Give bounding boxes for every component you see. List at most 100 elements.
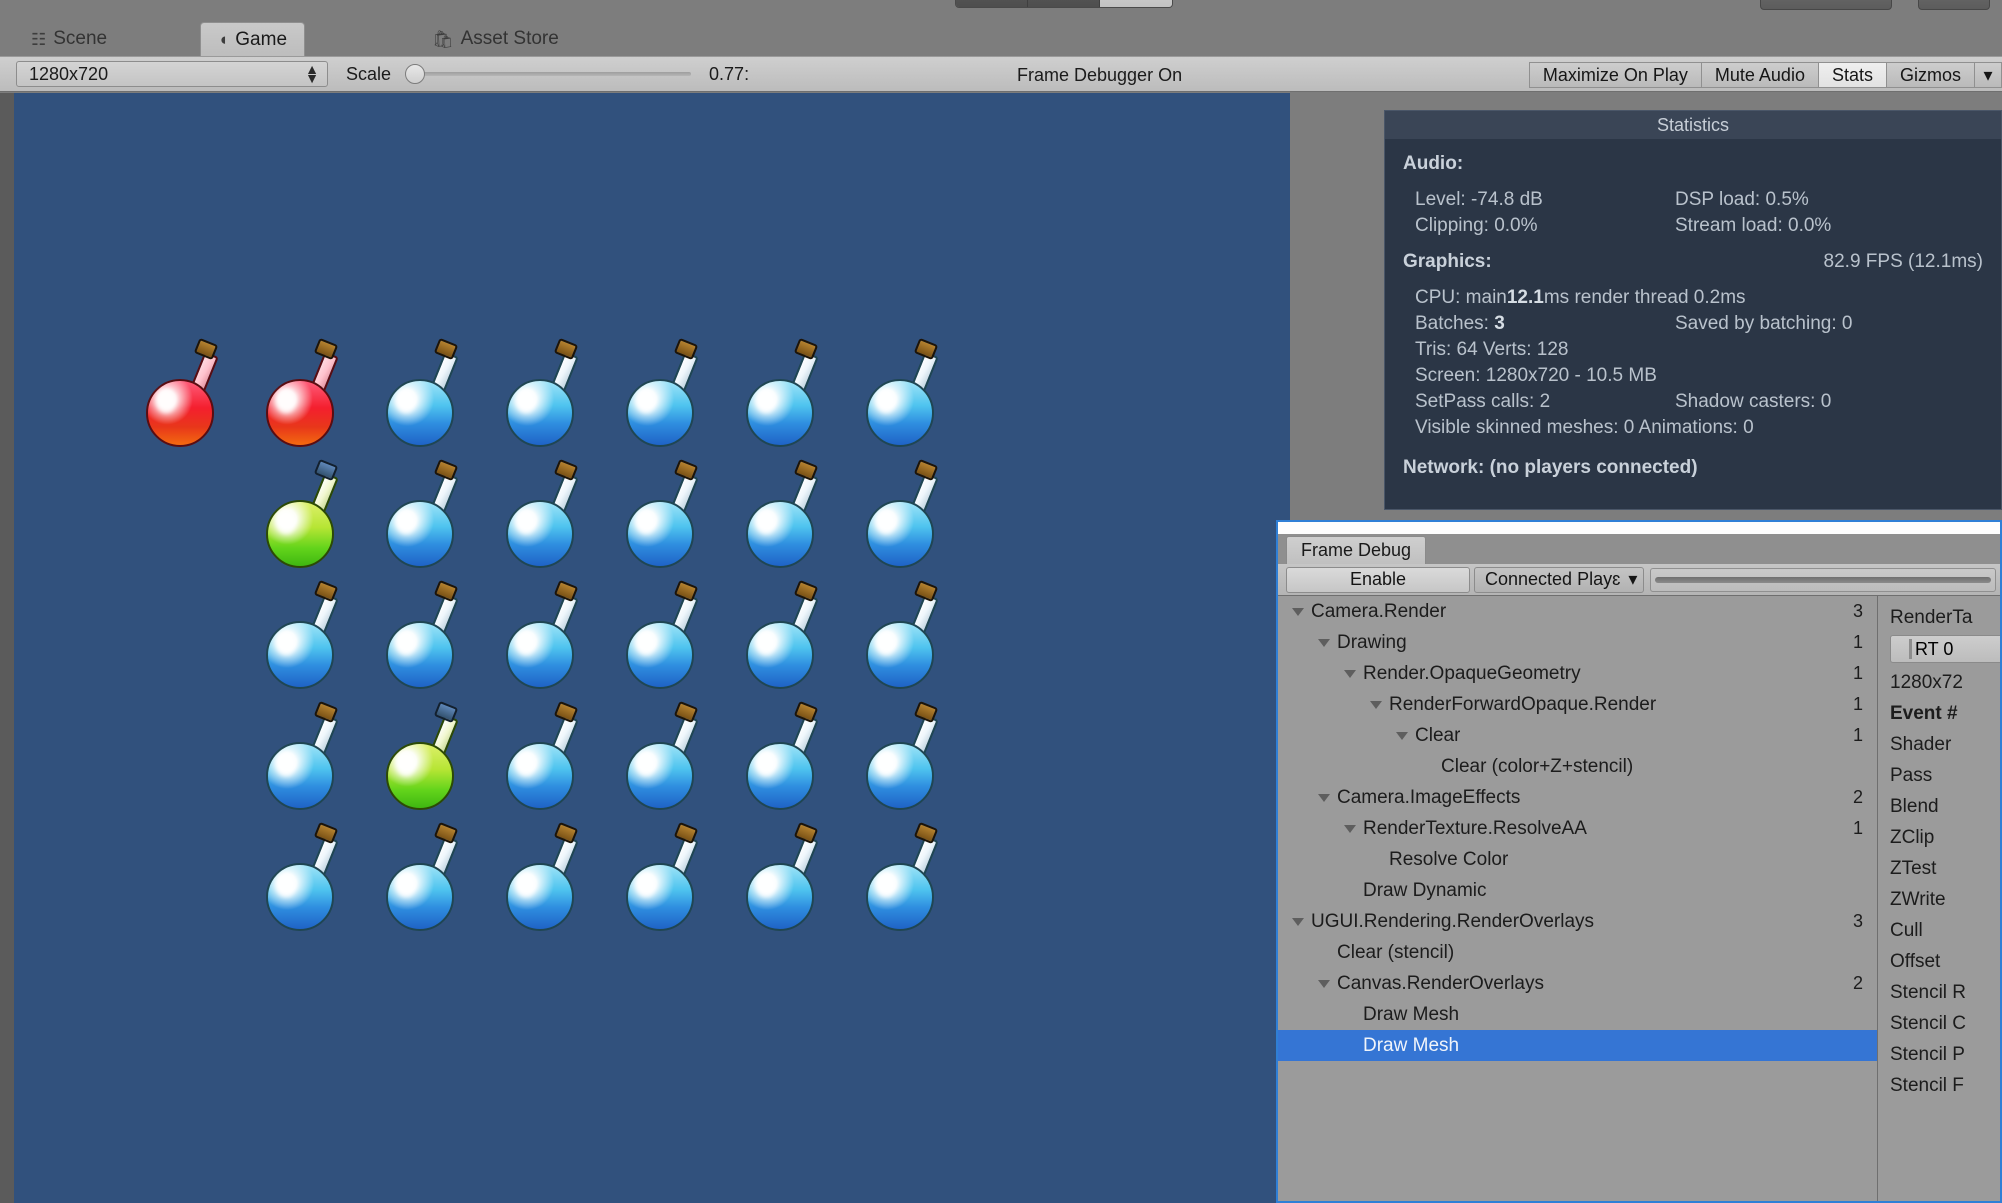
potion-green[interactable]	[244, 456, 364, 577]
potion-blue[interactable]	[364, 335, 484, 456]
potion-sprite	[382, 821, 468, 933]
frame-debugger-event-tree[interactable]: Camera.Render 3 Drawing 1 Render.OpaqueGeome…	[1278, 596, 1878, 1201]
potion-blue[interactable]	[604, 456, 724, 577]
potion-blue[interactable]	[604, 335, 724, 456]
frame-debug-tree-count: 1	[1852, 694, 1863, 714]
potion-blue[interactable]	[844, 577, 964, 698]
potion-blue[interactable]	[244, 577, 364, 698]
mute-audio-button[interactable]: Mute Audio	[1701, 62, 1819, 88]
chevron-down-icon[interactable]	[1344, 824, 1356, 833]
frame-debug-tree-row[interactable]: RenderForwardOpaque.Render 1	[1278, 689, 1877, 720]
potion-highlight-icon	[276, 389, 296, 413]
frame-debug-tree-row[interactable]: Clear 1	[1278, 720, 1877, 751]
potion-bulb-icon	[506, 379, 574, 447]
potion-highlight-icon	[276, 873, 296, 897]
tab-frame-debug[interactable]: Frame Debug	[1286, 536, 1427, 564]
potion-blue[interactable]	[724, 456, 844, 577]
potion-blue[interactable]	[844, 456, 964, 577]
potion-blue[interactable]	[844, 819, 964, 940]
potion-blue[interactable]	[604, 577, 724, 698]
frame-debug-detail-row: Stencil F	[1890, 1074, 1964, 1096]
play-controls[interactable]	[955, 0, 1173, 8]
potion-grid[interactable]	[124, 335, 964, 940]
connected-player-dropdown[interactable]: Connected Playɛ ▾	[1474, 566, 1645, 593]
stats-button[interactable]: Stats	[1818, 62, 1887, 88]
chevron-down-icon[interactable]	[1318, 793, 1330, 802]
potion-blue[interactable]	[724, 819, 844, 940]
chevron-down-icon[interactable]	[1318, 638, 1330, 647]
maximize-on-play-button[interactable]: Maximize On Play	[1528, 62, 1702, 88]
game-view[interactable]	[14, 93, 1290, 1203]
potion-red[interactable]	[124, 335, 244, 456]
potion-blue[interactable]	[484, 456, 604, 577]
potion-blue[interactable]	[364, 819, 484, 940]
potion-blue[interactable]	[724, 335, 844, 456]
potion-sprite	[382, 458, 468, 570]
frame-debug-tree-row[interactable]: Drawing 1	[1278, 627, 1877, 658]
potion-blue[interactable]	[484, 335, 604, 456]
frame-debug-tree-row[interactable]: RenderTexture.ResolveAA 1	[1278, 813, 1877, 844]
tris-verts-row: Tris: 64 Verts: 128	[1415, 337, 1983, 363]
chevron-down-icon[interactable]	[1292, 607, 1304, 616]
tab-asset-store[interactable]: 🛍 Asset Store	[415, 22, 576, 56]
potion-blue[interactable]	[484, 819, 604, 940]
potion-highlight-icon	[516, 510, 536, 534]
pause-button[interactable]	[1028, 0, 1100, 7]
tab-scene[interactable]: ☷ Scene	[14, 22, 124, 56]
potion-blue[interactable]	[604, 698, 724, 819]
frame-debug-tree-row[interactable]: Clear (stencil)	[1278, 937, 1877, 968]
frame-debug-detail-row: Pass	[1890, 764, 1933, 786]
scale-slider-knob[interactable]	[405, 64, 426, 84]
potion-blue[interactable]	[244, 698, 364, 819]
gizmos-button[interactable]: Gizmos	[1886, 62, 1975, 88]
chevron-down-icon[interactable]	[1396, 731, 1408, 740]
event-scrubber-slider[interactable]	[1650, 567, 1996, 592]
potion-highlight-icon	[756, 510, 776, 534]
play-button[interactable]	[956, 0, 1028, 7]
chevron-down-icon[interactable]	[1292, 917, 1304, 926]
potion-blue[interactable]	[244, 819, 364, 940]
potion-blue[interactable]	[844, 698, 964, 819]
potion-blue[interactable]	[724, 577, 844, 698]
event-number-label: Event #	[1890, 702, 1958, 724]
dsp-load: DSP load: 0.5%	[1675, 189, 1809, 210]
chevron-down-icon[interactable]	[1318, 979, 1330, 988]
frame-debug-tree-row[interactable]: Resolve Color	[1278, 844, 1877, 875]
frame-debug-tree-row[interactable]: Draw Mesh	[1278, 1030, 1877, 1061]
potion-bulb-icon	[506, 621, 574, 689]
gizmos-dropdown-caret[interactable]: ▾	[1975, 62, 2002, 88]
potion-sprite	[262, 821, 348, 933]
potion-blue[interactable]	[364, 577, 484, 698]
potion-highlight-icon	[636, 752, 656, 776]
potion-red[interactable]	[244, 335, 364, 456]
potion-blue[interactable]	[724, 698, 844, 819]
potion-blue[interactable]	[484, 698, 604, 819]
layout-dropdown[interactable]	[1918, 0, 1990, 10]
frame-debug-tree-row[interactable]: Camera.ImageEffects 2	[1278, 782, 1877, 813]
chevron-down-icon[interactable]	[1344, 669, 1356, 678]
frame-debug-tree-row[interactable]: Draw Dynamic	[1278, 875, 1877, 906]
potion-blue[interactable]	[484, 577, 604, 698]
frame-debug-tree-row[interactable]: Camera.Render 3	[1278, 596, 1877, 627]
potion-green[interactable]	[364, 698, 484, 819]
step-button[interactable]	[1100, 0, 1172, 7]
chevron-down-icon[interactable]	[1370, 700, 1382, 709]
tab-game[interactable]: ◖ Game	[200, 22, 306, 56]
potion-highlight-icon	[156, 389, 176, 413]
frame-debug-tree-row[interactable]: Canvas.RenderOverlays 2	[1278, 968, 1877, 999]
enable-button[interactable]: Enable	[1286, 566, 1470, 593]
frame-debug-tree-row[interactable]: Draw Mesh	[1278, 999, 1877, 1030]
potion-blue[interactable]	[844, 335, 964, 456]
scale-slider[interactable]	[401, 63, 692, 85]
resolution-dropdown[interactable]: 1280x720 ▲ ▼	[16, 61, 328, 87]
layers-dropdown[interactable]	[1760, 0, 1892, 10]
frame-debug-tree-label: RenderTexture.ResolveAA	[1363, 817, 1587, 839]
frame-debug-tree-row[interactable]: Render.OpaqueGeometry 1	[1278, 658, 1877, 689]
potion-blue[interactable]	[364, 456, 484, 577]
frame-debugger-status-label: Frame Debugger On	[1017, 64, 1183, 85]
frame-debug-tree-row[interactable]: UGUI.Rendering.RenderOverlays 3	[1278, 906, 1877, 937]
potion-blue[interactable]	[604, 819, 724, 940]
potion-sprite	[742, 700, 828, 812]
frame-debug-tree-row[interactable]: Clear (color+Z+stencil)	[1278, 751, 1877, 782]
render-target-dropdown[interactable]: RT 0	[1890, 635, 2000, 663]
